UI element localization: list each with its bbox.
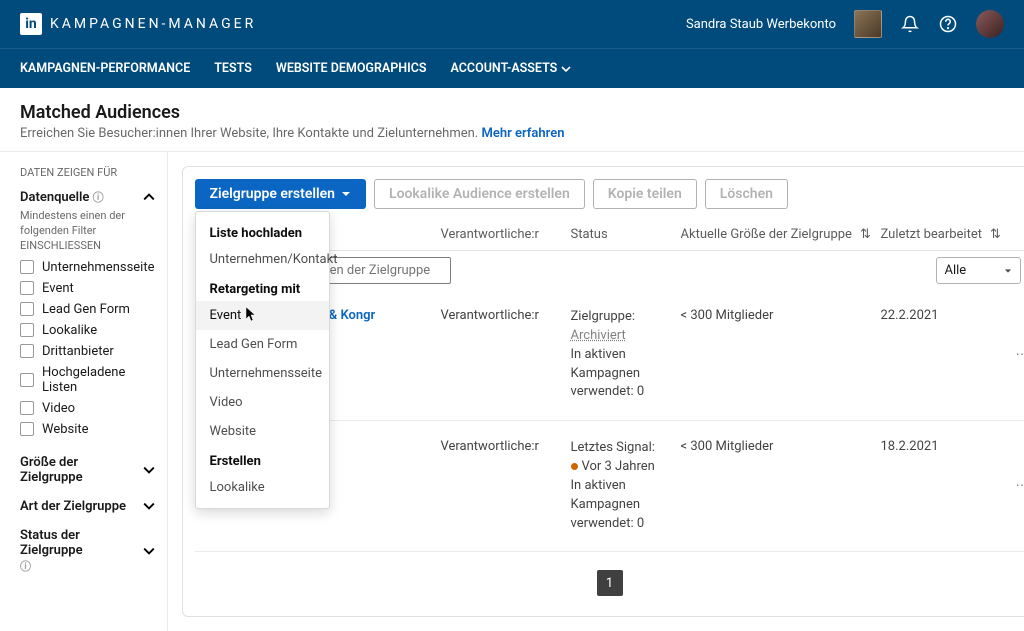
status-dot-icon: [571, 463, 578, 470]
filter-section-size[interactable]: Größe der Zielgruppe: [20, 455, 155, 485]
nav-kampagnen-performance[interactable]: KAMPAGNEN-PERFORMANCE: [20, 61, 190, 76]
learn-more-link[interactable]: Mehr erfahren: [481, 126, 564, 141]
filter-unternehmensseite[interactable]: Unternehmensseite: [20, 260, 155, 275]
account-name: Sandra Staub Werbekonto: [686, 17, 836, 32]
filter-drittanbieter[interactable]: Drittanbieter: [20, 344, 155, 359]
chevron-down-icon: [143, 464, 155, 476]
dropdown-item-company-contact[interactable]: Unternehmen/Kontakt: [196, 245, 329, 274]
create-audience-button[interactable]: Zielgruppe erstellen: [195, 179, 367, 209]
page-title: Matched Audiences: [20, 102, 1004, 123]
row-more-icon[interactable]: ⋯: [1016, 348, 1024, 363]
filter-section-datenquelle[interactable]: Datenquelle ⓘ: [20, 189, 155, 205]
dropdown-group-upload: Liste hochladen: [196, 218, 329, 245]
row-date: 18.2.2021: [881, 439, 1021, 454]
linkedin-logo-icon: in: [20, 13, 42, 35]
row-date: 22.2.2021: [881, 308, 1021, 323]
caret-down-icon: [1004, 267, 1012, 275]
row-resp: Verantwortliche:r: [441, 308, 571, 323]
dropdown-group-retargeting: Retargeting mit: [196, 274, 329, 301]
chevron-down-icon: [143, 500, 155, 512]
account-avatar[interactable]: [854, 10, 882, 38]
nav-website-demographics[interactable]: WEBSITE DEMOGRAPHICS: [276, 61, 427, 76]
dropdown-item-video[interactable]: Video: [196, 388, 329, 417]
delete-button[interactable]: Löschen: [705, 179, 788, 209]
dropdown-item-leadgen[interactable]: Lead Gen Form: [196, 330, 329, 359]
user-avatar[interactable]: [976, 10, 1004, 38]
page-subtitle: Erreichen Sie Besucher:innen Ihrer Websi…: [20, 126, 478, 141]
caret-down-icon: [341, 189, 351, 199]
filter-listen[interactable]: Hochgeladene Listen: [20, 365, 155, 395]
create-audience-dropdown: Liste hochladen Unternehmen/Kontakt Reta…: [195, 211, 330, 509]
row-size: < 300 Mitglieder: [681, 308, 881, 323]
table-header-status: Status: [571, 227, 681, 242]
help-icon: ⓘ: [20, 560, 31, 573]
sort-icon: ⇅: [860, 227, 871, 242]
filter-help-text: Mindestens einen der folgenden FilterEIN…: [20, 209, 155, 254]
table-header-date[interactable]: Zuletzt bearbeitet⇅: [881, 227, 1021, 242]
chevron-down-icon: [143, 545, 155, 557]
page-number[interactable]: 1: [597, 570, 623, 596]
filter-event[interactable]: Event: [20, 281, 155, 296]
nav-account-assets[interactable]: ACCOUNT-ASSETS: [451, 61, 572, 76]
filter-lookalike[interactable]: Lookalike: [20, 323, 155, 338]
cursor-icon: [246, 307, 258, 323]
filter-video[interactable]: Video: [20, 401, 155, 416]
help-icon: ⓘ: [93, 191, 104, 204]
app-name: KAMPAGNEN-MANAGER: [50, 16, 256, 32]
sidebar-heading: DATEN ZEIGEN FÜR: [20, 166, 155, 179]
filter-section-type[interactable]: Art der Zielgruppe: [20, 499, 155, 514]
create-lookalike-button[interactable]: Lookalike Audience erstellen: [374, 179, 585, 209]
sort-icon: ⇅: [990, 227, 1001, 242]
dropdown-item-website[interactable]: Website: [196, 417, 329, 446]
row-resp: Verantwortliche:r: [441, 439, 571, 454]
table-header-resp: Verantwortliche:r: [441, 227, 571, 242]
date-filter-select[interactable]: Alle: [936, 257, 1021, 284]
table-header-size[interactable]: Aktuelle Größe der Zielgruppe⇅: [681, 227, 881, 242]
copy-share-button[interactable]: Kopie teilen: [593, 179, 697, 209]
dropdown-item-lookalike[interactable]: Lookalike: [196, 473, 329, 502]
chevron-down-icon: [561, 64, 571, 74]
dropdown-item-unternehmensseite[interactable]: Unternehmensseite: [196, 359, 329, 388]
dropdown-item-event[interactable]: Event: [196, 301, 329, 330]
filter-website[interactable]: Website: [20, 422, 155, 437]
row-status: Zielgruppe: Archiviert In aktiven Kampag…: [571, 308, 681, 402]
row-more-icon[interactable]: ⋯: [1016, 479, 1024, 494]
dropdown-group-create: Erstellen: [196, 446, 329, 473]
notifications-icon[interactable]: [900, 14, 920, 34]
filter-leadgen[interactable]: Lead Gen Form: [20, 302, 155, 317]
filter-section-status[interactable]: Status der Zielgruppeⓘ: [20, 528, 155, 574]
chevron-up-icon: [143, 191, 155, 203]
nav-tests[interactable]: TESTS: [214, 61, 252, 76]
help-icon[interactable]: [938, 14, 958, 34]
row-status: Letztes Signal: Vor 3 Jahren In aktiven …: [571, 439, 681, 533]
row-size: < 300 Mitglieder: [681, 439, 881, 454]
